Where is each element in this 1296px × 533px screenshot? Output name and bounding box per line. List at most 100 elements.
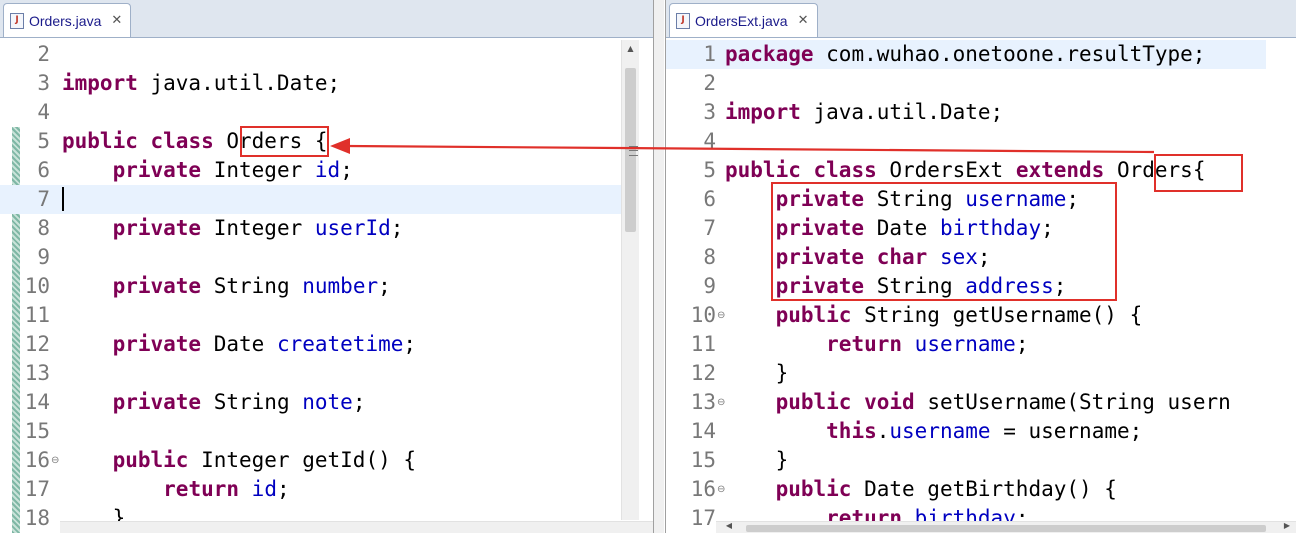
code-line[interactable]: 6 private Integer id; — [0, 156, 653, 185]
code-line[interactable]: 1 package com.wuhao.onetoone.resultType; — [666, 40, 1266, 69]
annotation-box-orders-superclass — [1154, 154, 1243, 192]
java-file-icon: J — [10, 12, 24, 29]
code-token: ; — [340, 158, 353, 182]
field-token: number — [302, 274, 379, 298]
code-line[interactable]: 11 — [0, 301, 653, 330]
annotation-box-orders-class — [240, 126, 329, 157]
line-number: 11 — [24, 303, 50, 327]
line-number: 2 — [703, 71, 716, 95]
keyword-token: public — [62, 129, 138, 153]
fold-toggle-icon[interactable]: ⊖ — [51, 446, 59, 475]
tab-orders-java[interactable]: J Orders.java ✕ — [3, 3, 132, 37]
line-number: 6 — [37, 158, 50, 182]
code-token: OrdersExt — [876, 158, 1016, 182]
code-text: import java.util.Date; — [62, 69, 340, 98]
code-line[interactable]: 16 ⊖ public Integer getId() { — [0, 446, 653, 475]
line-number: 8 — [703, 245, 716, 269]
text-caret — [62, 187, 64, 211]
left-editor-pane: J Orders.java ✕ 2 3 import java.util.Date;… — [0, 0, 654, 533]
scrollbar-thumb[interactable] — [625, 68, 638, 232]
line-number: 5 — [37, 129, 50, 153]
code-line[interactable]: 17 return id; — [0, 475, 653, 504]
line-number: 18 — [24, 506, 50, 530]
keyword-token: void — [864, 390, 915, 414]
pane-separator[interactable] — [654, 0, 664, 533]
code-text: return username; — [725, 330, 1028, 359]
scroll-left-arrow-icon[interactable]: ◀ — [724, 521, 734, 530]
line-number: 5 — [703, 158, 716, 182]
code-line[interactable]: 2 — [0, 40, 653, 69]
code-token: ; — [390, 216, 404, 240]
line-number: 17 — [24, 477, 50, 501]
code-line[interactable]: 15 — [0, 417, 653, 446]
code-line[interactable]: 8 private Integer userId; — [0, 214, 653, 243]
code-line[interactable]: 3 import java.util.Date; — [666, 98, 1296, 127]
code-line[interactable]: 4 — [666, 127, 1296, 156]
code-token: Integer — [201, 216, 315, 240]
line-number: 7 — [703, 216, 716, 240]
code-token: } — [725, 448, 789, 472]
line-number: 1 — [703, 42, 716, 66]
line-number: 3 — [37, 71, 50, 95]
code-text: private Integer userId; — [62, 214, 404, 243]
keyword-token: public — [775, 390, 852, 414]
code-token: . — [876, 419, 890, 443]
keyword-token: return — [163, 477, 240, 501]
code-text: private Date createtime; — [62, 330, 416, 359]
grip-icon — [629, 146, 638, 156]
line-number: 4 — [703, 129, 716, 153]
scroll-up-arrow-icon[interactable]: ▲ — [622, 44, 639, 53]
scroll-right-arrow-icon[interactable]: ▶ — [1282, 521, 1292, 530]
code-text: public String getUsername() { — [725, 301, 1143, 330]
line-number: 10 — [24, 274, 50, 298]
line-number: 6 — [703, 187, 716, 211]
close-icon[interactable]: ✕ — [798, 13, 809, 28]
right-tab-bar: J OrdersExt.java ✕ — [666, 0, 1296, 38]
line-number: 10 — [690, 303, 716, 327]
field-token: note — [302, 390, 353, 414]
code-line[interactable]: 3 import java.util.Date; — [0, 69, 653, 98]
code-line[interactable]: 15 } — [666, 446, 1296, 475]
code-line[interactable]: 4 — [0, 98, 653, 127]
keyword-token: package — [725, 42, 814, 66]
code-line[interactable]: 14 this.username = username; — [666, 417, 1296, 446]
field-token: createtime — [276, 332, 404, 356]
code-token: Integer — [201, 158, 315, 182]
code-line[interactable]: 2 — [666, 69, 1296, 98]
left-vertical-scrollbar[interactable]: ▲ — [621, 40, 639, 520]
close-icon[interactable]: ✕ — [111, 13, 122, 28]
keyword-token: public — [112, 448, 189, 472]
tab-ordersext-java[interactable]: J OrdersExt.java ✕ — [669, 3, 818, 37]
code-text: private String note; — [62, 388, 366, 417]
code-token: ; — [352, 390, 366, 414]
code-line[interactable]: 13 ⊖ public void setUsername(String usern — [666, 388, 1296, 417]
code-line[interactable]: 14 private String note; — [0, 388, 653, 417]
code-text: } — [725, 359, 789, 388]
code-line[interactable]: 16 ⊖ public Date getBirthday() { — [666, 475, 1296, 504]
line-number: 11 — [690, 332, 716, 356]
line-number: 9 — [703, 274, 716, 298]
code-text: package com.wuhao.onetoone.resultType; — [725, 40, 1205, 69]
code-line[interactable]: 12 } — [666, 359, 1296, 388]
code-line[interactable]: 10 private String number; — [0, 272, 653, 301]
annotation-box-new-fields — [771, 182, 1117, 301]
code-line[interactable]: 12 private Date createtime; — [0, 330, 653, 359]
keyword-token: this — [826, 419, 877, 443]
right-horizontal-scrollbar[interactable]: ◀ ▶ — [716, 521, 1296, 533]
code-line[interactable]: 7 — [0, 185, 622, 214]
left-horizontal-scrollbar[interactable] — [60, 521, 653, 533]
code-line[interactable]: 9 — [0, 243, 653, 272]
code-line[interactable]: 10 ⊖ public String getUsername() { — [666, 301, 1296, 330]
keyword-token: private — [112, 274, 202, 298]
keyword-token: extends — [1015, 158, 1105, 182]
code-line[interactable]: 11 return username; — [666, 330, 1296, 359]
code-line[interactable]: 13 — [0, 359, 653, 388]
left-code-area[interactable]: 2 3 import java.util.Date; 4 5 public class O… — [0, 40, 653, 533]
scrollbar-thumb[interactable] — [746, 525, 1266, 532]
